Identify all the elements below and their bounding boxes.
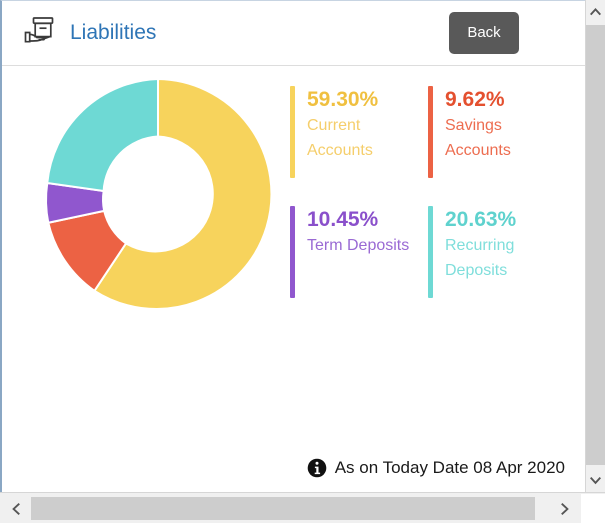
- as-on-date-note: As on Today Date 08 Apr 2020: [307, 458, 565, 478]
- scroll-up-button[interactable]: [586, 0, 605, 23]
- back-button[interactable]: Back: [449, 12, 519, 54]
- scroll-left-button[interactable]: [0, 494, 30, 523]
- scroll-down-button[interactable]: [586, 469, 605, 492]
- info-icon: [307, 458, 327, 478]
- chevron-up-icon: [589, 7, 602, 16]
- legend-text-group: 10.45% Term Deposits: [307, 206, 409, 298]
- legend-item-savings-accounts[interactable]: 9.62% Savings Accounts: [428, 86, 560, 178]
- donut-slices: [46, 79, 271, 309]
- vertical-scrollbar[interactable]: [585, 0, 605, 492]
- legend-item-term-deposits[interactable]: 10.45% Term Deposits: [290, 206, 422, 298]
- liabilities-hand-box-icon: [20, 13, 60, 51]
- horizontal-scrollbar[interactable]: [0, 492, 605, 523]
- legend-color-bar: [290, 86, 295, 178]
- legend-color-bar: [428, 206, 433, 298]
- legend-item-current-accounts[interactable]: 59.30% Current Accounts: [290, 86, 422, 178]
- legend-label: Recurring Deposits: [445, 233, 555, 283]
- chevron-right-icon: [561, 502, 570, 516]
- as-on-date-text: As on Today Date 08 Apr 2020: [335, 458, 565, 478]
- legend-percent: 20.63%: [445, 207, 555, 233]
- legend-percent: 59.30%: [307, 87, 417, 113]
- legend-label: Current Accounts: [307, 113, 417, 163]
- legend-text-group: 59.30% Current Accounts: [307, 86, 417, 178]
- horizontal-scroll-thumb[interactable]: [31, 497, 535, 520]
- legend-percent: 9.62%: [445, 87, 555, 113]
- vertical-scroll-thumb[interactable]: [586, 25, 605, 465]
- scroll-right-button[interactable]: [550, 494, 580, 523]
- header-title-group: Liabilities: [20, 13, 156, 51]
- legend-label: Savings Accounts: [445, 113, 555, 163]
- liabilities-donut-chart: [40, 76, 276, 312]
- liabilities-window: Liabilities Back: [0, 0, 605, 523]
- legend-color-bar: [290, 206, 295, 298]
- donut-slice-recurring-deposits[interactable]: [47, 79, 158, 191]
- donut-svg: [40, 76, 276, 312]
- legend-percent: 10.45%: [307, 207, 409, 233]
- scrollbar-corner: [581, 494, 605, 523]
- chart-legend: 59.30% Current Accounts 9.62% Savings Ac…: [290, 86, 570, 298]
- legend-label: Term Deposits: [307, 233, 409, 258]
- page-title: Liabilities: [70, 22, 156, 43]
- legend-item-recurring-deposits[interactable]: 20.63% Recurring Deposits: [428, 206, 560, 298]
- legend-text-group: 9.62% Savings Accounts: [445, 86, 555, 178]
- legend-text-group: 20.63% Recurring Deposits: [445, 206, 555, 298]
- chevron-down-icon: [589, 476, 602, 485]
- panel-body: 59.30% Current Accounts 9.62% Savings Ac…: [2, 66, 585, 492]
- panel-header: Liabilities Back: [2, 1, 585, 66]
- chevron-left-icon: [11, 502, 20, 516]
- liabilities-panel: Liabilities Back: [0, 0, 585, 492]
- legend-color-bar: [428, 86, 433, 178]
